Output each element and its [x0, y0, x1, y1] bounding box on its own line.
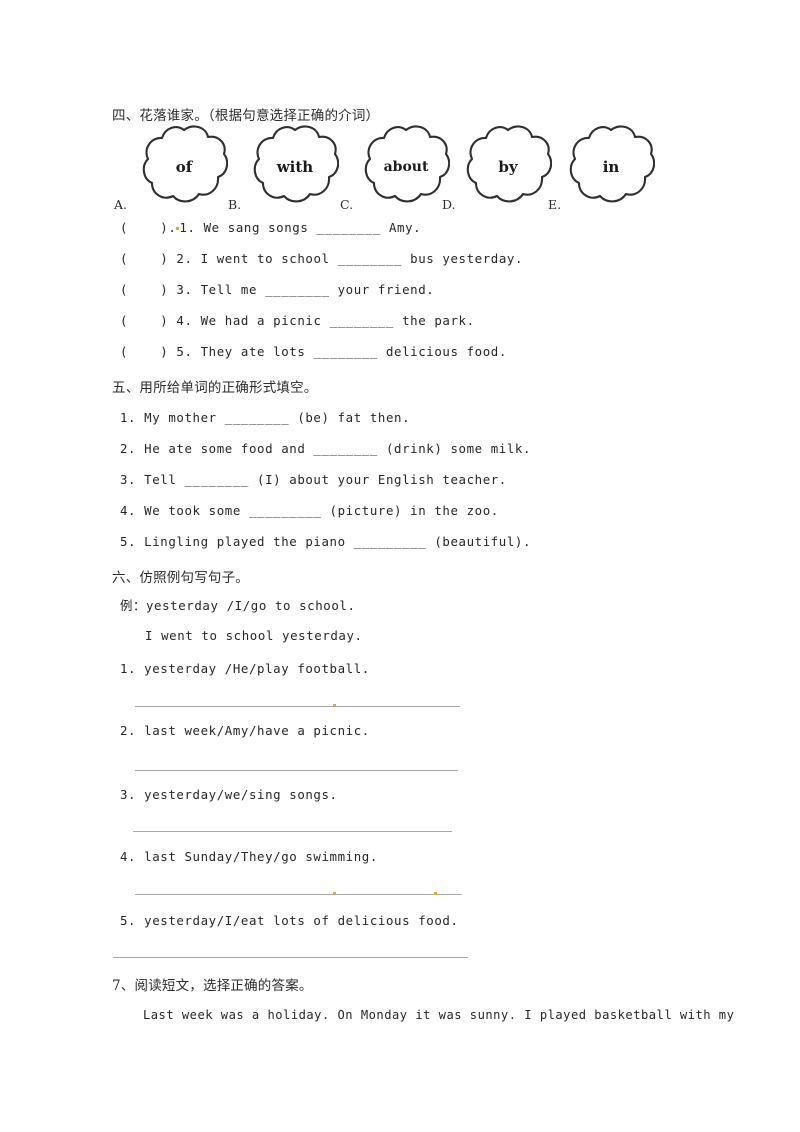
preposition-options-row: A. of B. with C. about D. by E. in [0, 124, 800, 212]
option-label-c: C. [340, 197, 354, 212]
option-word-e: in [602, 158, 620, 176]
flower-shape-about: about [362, 124, 450, 206]
answer-rule-2[interactable] [135, 770, 458, 771]
option-word-c: about [383, 159, 429, 175]
question-number-2: 2. [176, 251, 193, 266]
question-row: ( ) 5. They ate lots ________ delicious … [120, 344, 507, 359]
section-seven-heading: 7、阅读短文，选择正确的答案。 [112, 978, 313, 994]
answer-rule-5[interactable] [113, 957, 468, 958]
section-four-heading: 四、花落谁家。（根据句意选择正确的介词） [112, 108, 380, 124]
answer-rule-4[interactable] [135, 894, 462, 895]
answer-bracket-2[interactable]: ( ) [120, 251, 168, 266]
question-number-3: 3. [176, 282, 193, 297]
section-five-heading: 五、用所给单词的正确形式填空。 [112, 380, 318, 396]
option-word-a: of [175, 158, 193, 176]
section-six-heading: 六、仿照例句写句子。 [112, 570, 249, 586]
flower-shape-in: in [567, 124, 655, 206]
fill-blank-item-3: 3. Tell ________ (I) about your English … [120, 472, 507, 487]
option-label-a: A. [114, 197, 128, 212]
rewrite-item-1: 1. yesterday /He/play football. [120, 661, 370, 676]
question-number-4: 4. [176, 313, 193, 328]
answer-bracket-1[interactable]: ( ). [120, 220, 176, 235]
flower-shape-of: of [140, 124, 228, 206]
question-text-1: We sang songs ________ Amy. [203, 220, 422, 235]
answer-rule-1[interactable] [135, 706, 460, 707]
fill-blank-item-2: 2. He ate some food and ________ (drink)… [120, 441, 532, 456]
option-word-b: with [276, 158, 314, 176]
rewrite-item-3: 3. yesterday/we/sing songs. [120, 787, 338, 802]
option-label-e: E. [548, 197, 562, 212]
answer-bracket-5[interactable]: ( ) [120, 344, 168, 359]
flower-shape-with: with [251, 124, 339, 206]
rewrite-item-4: 4. last Sunday/They/go swimming. [120, 849, 378, 864]
reading-passage: Last week was a holiday. On Monday it wa… [143, 1008, 735, 1022]
question-row: ( ). 1. We sang songs ________ Amy. [120, 220, 421, 235]
question-row: ( ) 2. I went to school ________ bus yes… [120, 251, 523, 266]
question-text-2: I went to school ________ bus yesterday. [200, 251, 524, 266]
flower-shape-by: by [464, 124, 552, 206]
question-number-5: 5. [176, 344, 193, 359]
answer-rule-3[interactable] [133, 831, 452, 832]
answer-bracket-3[interactable]: ( ) [120, 282, 168, 297]
question-text-4: We had a picnic ________ the park. [200, 313, 475, 328]
fill-blank-item-5: 5. Lingling played the piano _________ (… [120, 534, 532, 549]
fill-blank-item-4: 4. We took some _________ (picture) in t… [120, 503, 499, 518]
question-row: ( ) 4. We had a picnic ________ the park… [120, 313, 475, 328]
answer-bracket-4[interactable]: ( ) [120, 313, 168, 328]
rewrite-item-2: 2. last week/Amy/have a picnic. [120, 723, 370, 738]
example-answer: I went to school yesterday. [145, 628, 363, 643]
stray-mark-icon [333, 704, 336, 707]
question-text-3: Tell me ________ your friend. [200, 282, 435, 297]
rewrite-item-5: 5. yesterday/I/eat lots of delicious foo… [120, 913, 459, 928]
stray-mark-icon [333, 892, 336, 895]
worksheet-page: 四、花落谁家。（根据句意选择正确的介词） A. of B. with C. ab… [0, 0, 800, 1132]
example-prompt: 例：yesterday /I/go to school. [120, 598, 356, 613]
option-word-d: by [498, 158, 518, 176]
fill-blank-item-1: 1. My mother ________ (be) fat then. [120, 410, 411, 425]
option-label-b: B. [228, 197, 242, 212]
stray-mark-icon [434, 892, 437, 895]
question-number-1: 1. [179, 220, 196, 235]
option-label-d: D. [442, 197, 456, 212]
question-row: ( ) 3. Tell me ________ your friend. [120, 282, 434, 297]
question-text-5: They ate lots ________ delicious food. [200, 344, 507, 359]
